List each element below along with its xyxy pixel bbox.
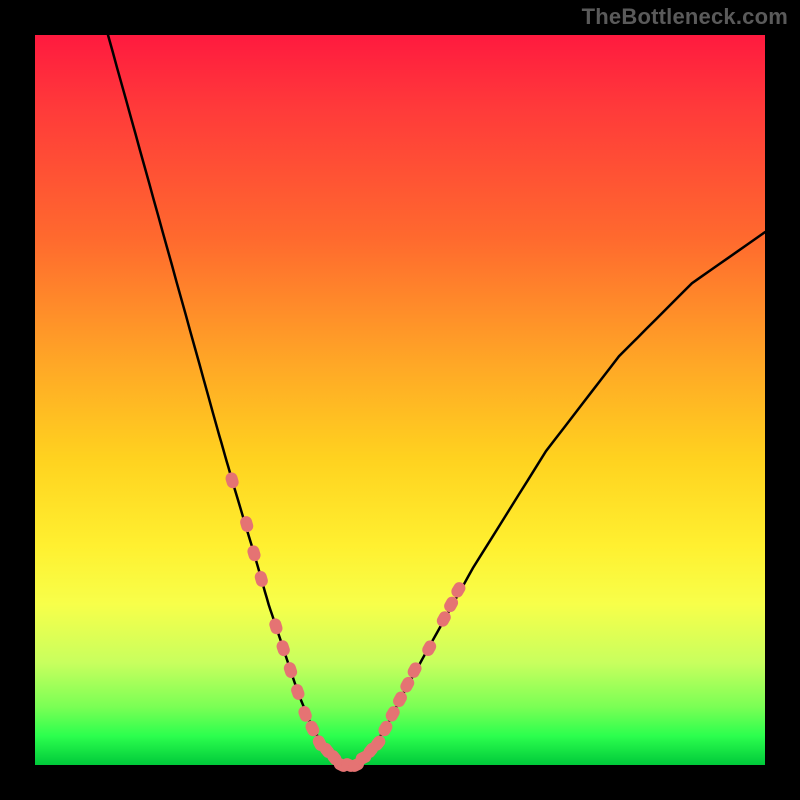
- plot-area: [35, 35, 765, 765]
- curve-marker: [239, 515, 255, 534]
- curve-svg: [35, 35, 765, 765]
- curve-marker: [246, 544, 262, 563]
- chart-frame: TheBottleneck.com: [0, 0, 800, 800]
- curve-marker: [289, 682, 306, 701]
- bottleneck-curve: [108, 35, 765, 765]
- curve-marker: [268, 617, 284, 636]
- curve-marker: [275, 639, 291, 658]
- curve-marker: [297, 704, 314, 723]
- curve-marker: [224, 471, 240, 490]
- curve-marker: [253, 570, 269, 589]
- curve-marker: [420, 638, 438, 658]
- watermark-text: TheBottleneck.com: [582, 4, 788, 30]
- marker-group: [224, 471, 468, 774]
- curve-marker: [282, 661, 298, 680]
